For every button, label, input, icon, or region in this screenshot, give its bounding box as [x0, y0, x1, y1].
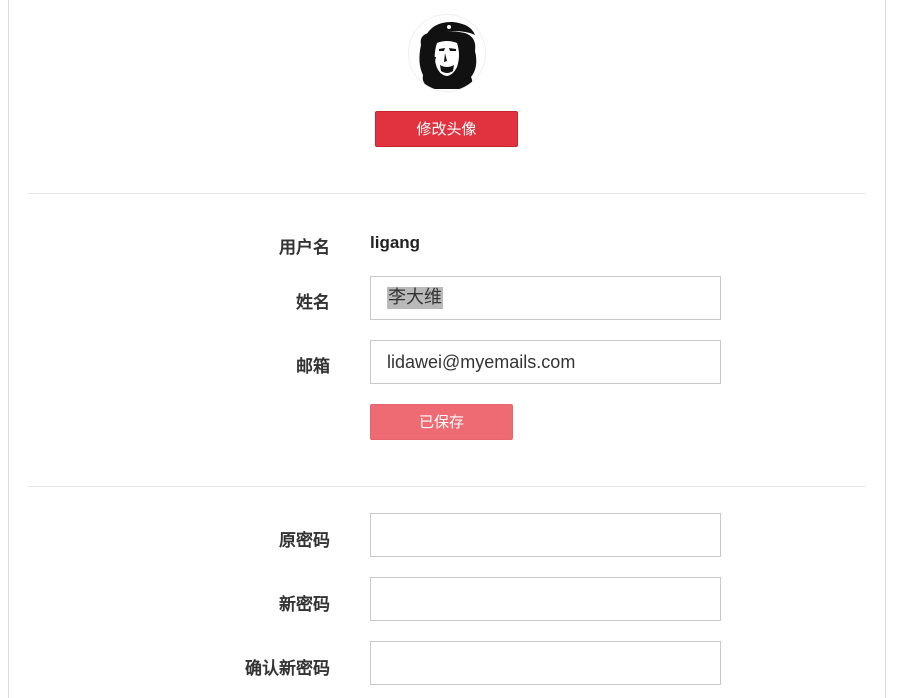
- divider-bottom: [28, 486, 866, 487]
- username-label: 用户名: [279, 238, 330, 258]
- email-field[interactable]: [370, 340, 721, 384]
- name-field-value: 李大维: [387, 287, 443, 309]
- username-value: ligang: [370, 233, 421, 252]
- change-avatar-button[interactable]: 修改头像: [375, 111, 518, 147]
- email-label: 邮箱: [296, 357, 330, 377]
- new-password-field[interactable]: [370, 577, 721, 621]
- new-password-label: 新密码: [279, 595, 330, 615]
- divider-top: [28, 193, 866, 194]
- old-password-field[interactable]: [370, 513, 721, 557]
- confirm-password-field[interactable]: [370, 641, 721, 685]
- name-field[interactable]: 李大维: [370, 276, 721, 320]
- old-password-label: 原密码: [279, 531, 330, 551]
- confirm-password-label: 确认新密码: [245, 659, 330, 679]
- name-label: 姓名: [296, 293, 330, 313]
- saved-button[interactable]: 已保存: [370, 404, 513, 440]
- user-avatar: [409, 15, 485, 91]
